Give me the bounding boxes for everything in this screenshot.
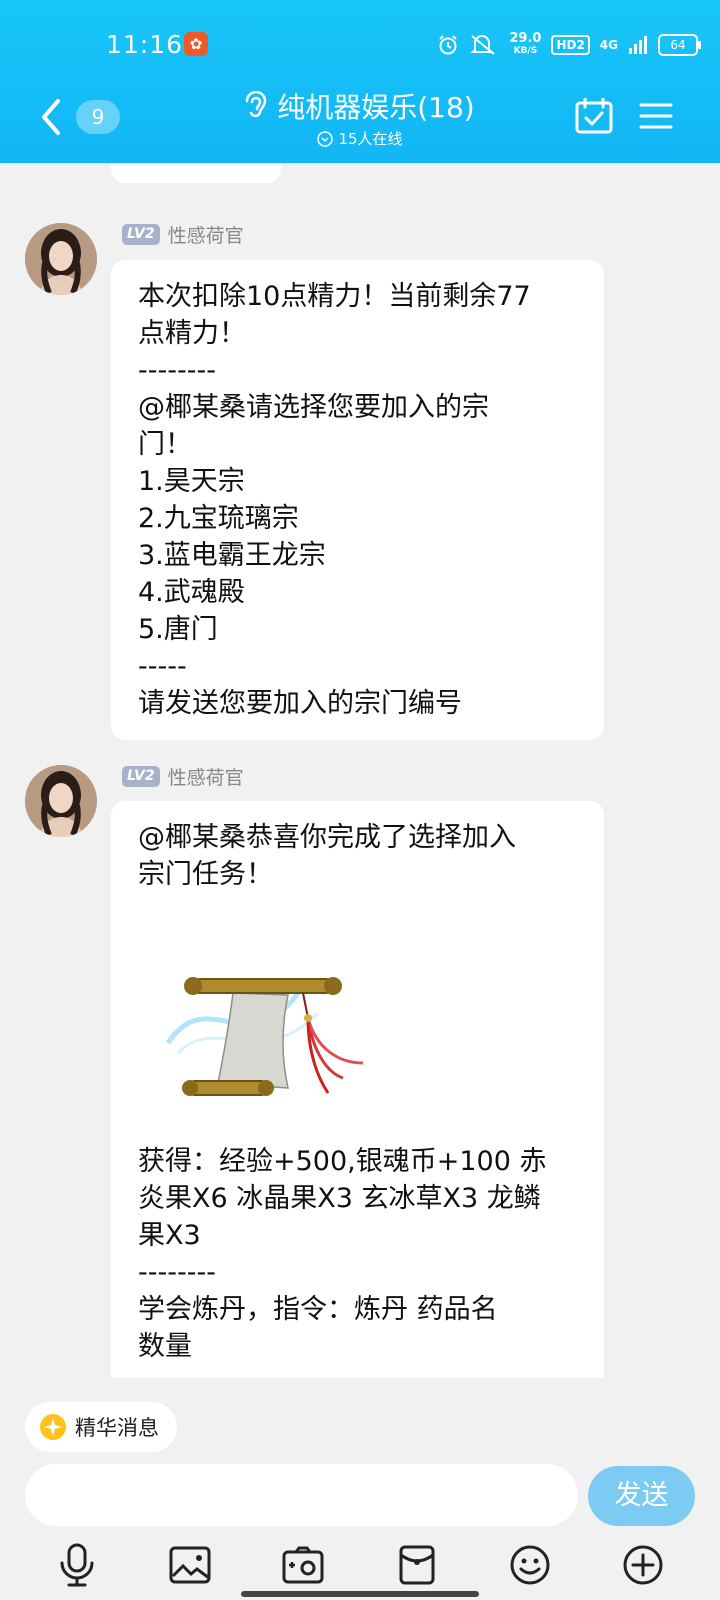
network-type: 4G [599, 38, 618, 52]
message-line: 宗门任务！ [138, 859, 273, 890]
status-time: 11:16 [106, 30, 184, 59]
home-indicator[interactable] [241, 1591, 479, 1597]
message-line: 炎果X6 冰晶果X3 玄冰草X3 龙鳞 [138, 1183, 541, 1214]
hd-badge: HD2 [551, 35, 590, 55]
message-line: 1.昊天宗 [138, 466, 245, 497]
status-bar: 11:16 ✿ 29.0 KB/S HD2 4G 64 [0, 0, 720, 90]
message-line: @椰某桑请选择您要加入的宗 [138, 392, 489, 423]
avatar[interactable] [25, 223, 97, 295]
input-toolbar [0, 1540, 720, 1590]
sender-info: LV2 性感荷官 [122, 763, 244, 790]
battery-icon: 64 [658, 34, 701, 56]
message-bubble[interactable]: @椰某桑恭喜你完成了选择加入 宗门任务！ 获得：经验+500,银魂币+100 赤… [111, 801, 604, 1378]
app-notification-icon: ✿ [184, 32, 208, 56]
level-badge: LV2 [122, 224, 160, 245]
message-line: -------- [138, 1257, 216, 1288]
signal-icon [629, 36, 647, 54]
message-line: 请发送您要加入的宗门编号 [138, 688, 462, 719]
essence-messages-button[interactable]: 精华消息 [25, 1402, 177, 1452]
message-input[interactable] [25, 1464, 578, 1526]
alarm-icon [439, 35, 458, 55]
message-bubble[interactable]: 本次扣除10点精力！当前剩余77 点精力！ -------- @椰某桑请选择您要… [111, 260, 604, 740]
emoji-icon[interactable] [508, 1543, 552, 1587]
plus-icon[interactable] [621, 1543, 665, 1587]
level-badge: LV2 [122, 766, 160, 787]
mute-icon [470, 35, 495, 55]
sender-info: LV2 性感荷官 [122, 221, 244, 248]
message-line: -------- [138, 355, 216, 386]
message-line: 4.武魂殿 [138, 577, 245, 608]
message-line: ----- [138, 651, 187, 682]
online-count: 15人在线 [338, 130, 403, 148]
input-area: 精华消息 发送 [0, 1378, 720, 1600]
message-line: 果X3 [138, 1220, 201, 1251]
status-icons: 29.0 KB/S HD2 4G 64 [437, 28, 701, 62]
network-speed: 29.0 KB/S [509, 31, 542, 57]
avatar[interactable] [25, 765, 97, 837]
microphone-icon[interactable] [55, 1543, 99, 1587]
essence-label: 精华消息 [75, 1416, 159, 1440]
chat-title: 纯机器娱乐(18) [277, 91, 475, 124]
calendar-check-icon[interactable] [575, 98, 613, 134]
message-line: @椰某桑恭喜你完成了选择加入 [138, 822, 516, 853]
send-button[interactable]: 发送 [588, 1466, 695, 1526]
image-icon[interactable] [168, 1543, 212, 1587]
speed-value: 29.0 [509, 31, 542, 46]
previous-message-bubble [111, 163, 281, 183]
sender-name[interactable]: 性感荷官 [168, 221, 244, 248]
message-line: 学会炼丹，指令：炼丹 药品名 [138, 1294, 498, 1325]
message-line: 本次扣除10点精力！当前剩余77 [138, 281, 531, 312]
menu-icon[interactable] [639, 102, 673, 130]
message-line: 5.唐门 [138, 614, 218, 645]
message-list[interactable]: LV2 性感荷官 本次扣除10点精力！当前剩余77 点精力！ -------- … [0, 163, 720, 1378]
message-line: 门！ [138, 429, 192, 460]
message-line: 数量 [138, 1331, 192, 1362]
message-line: 2.九宝琉璃宗 [138, 503, 299, 534]
sender-name[interactable]: 性感荷官 [168, 763, 244, 790]
speed-unit: KB/S [513, 46, 538, 56]
ear-icon [246, 91, 267, 118]
chat-header: 11:16 ✿ 29.0 KB/S HD2 4G 64 9 纯机器娱乐(18) … [0, 0, 720, 163]
camera-icon[interactable] [281, 1543, 325, 1587]
message-line: 获得：经验+500,银魂币+100 赤 [138, 1146, 547, 1177]
chevron-down-circle-icon [317, 130, 334, 147]
red-packet-icon[interactable] [395, 1543, 439, 1587]
sparkle-icon [40, 1414, 66, 1440]
scroll-reward-image[interactable] [148, 923, 368, 1103]
message-line: 点精力！ [138, 318, 246, 349]
message-line: 3.蓝电霸王龙宗 [138, 540, 326, 571]
